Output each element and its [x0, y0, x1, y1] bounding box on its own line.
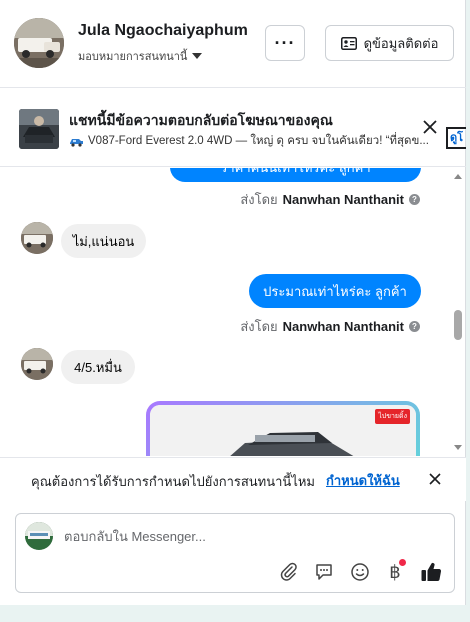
paperclip-icon[interactable] — [277, 560, 301, 584]
ad-banner-subtitle-text: V087-Ford Everest 2.0 4WD — ใหญ่ ดุ ครบ … — [88, 135, 429, 147]
thumbs-up-icon[interactable] — [419, 560, 443, 584]
scroll-up-arrow-icon[interactable] — [454, 174, 462, 179]
reply-input[interactable] — [64, 526, 434, 546]
sent-by-line: ส่งโดย Nanwhan Nanthanit ? — [240, 189, 420, 210]
incoming-message[interactable]: 4/5.หมื่น — [61, 350, 135, 384]
contact-name[interactable]: Jula Ngaochaiyaphum — [78, 22, 248, 40]
outgoing-message[interactable]: ประมาณเท่าไหร่คะ ลูกค้า — [249, 274, 421, 308]
sent-by-name: Nanwhan Nanthanit — [282, 192, 404, 207]
message-list: ราคาคันนี้เท่าไหร่คะ ลูกค้า ส่งโดย Nanwh… — [0, 168, 466, 456]
ad-banner-subtitle[interactable]: V087-Ford Everest 2.0 4WD — ใหญ่ ดุ ครบ … — [69, 132, 443, 150]
contact-avatar-small[interactable] — [21, 348, 53, 380]
contact-avatar[interactable] — [14, 18, 64, 68]
info-icon[interactable]: ? — [409, 321, 420, 332]
view-ad-link[interactable]: ดูโ — [446, 127, 466, 149]
more-options-button[interactable]: ··· — [265, 25, 305, 61]
ad-reply-banner: แชทนี้มีข้อความตอบกลับต่อโฆษณาของคุณ V08… — [0, 89, 466, 167]
conversation-header: Jula Ngaochaiyaphum มอบหมายการสนทนานี้ ·… — [0, 0, 466, 88]
close-icon[interactable] — [427, 471, 443, 487]
caret-down-icon — [192, 53, 203, 59]
assign-to-me-link[interactable]: กำหนดให้ฉัน — [326, 470, 400, 491]
assign-label: มอบหมายการสนทนานี้ — [78, 51, 188, 63]
car-photo: ไปขายดิ้ง — [150, 405, 416, 456]
scroll-down-arrow-icon[interactable] — [454, 445, 462, 450]
assign-prompt-question: คุณต้องการได้รับการกำหนดไปยังการสนทนานี้… — [31, 474, 315, 489]
speech-bubble-icon[interactable] — [312, 560, 336, 584]
view-contact-info-label: ดูข้อมูลติดต่อ — [363, 35, 439, 51]
ad-banner-title: แชทนี้มีข้อความตอบกลับต่อโฆษณาของคุณ — [69, 112, 333, 128]
assign-conversation-dropdown[interactable]: มอบหมายการสนทนานี้ — [78, 47, 203, 65]
image-badge: ไปขายดิ้ง — [375, 409, 410, 424]
incoming-message[interactable]: ไม่,แน่นอน — [61, 224, 146, 258]
info-icon[interactable]: ? — [409, 194, 420, 205]
contact-card-icon — [340, 36, 357, 50]
close-icon[interactable] — [420, 117, 440, 137]
page-avatar — [25, 522, 53, 550]
scrollbar-thumb[interactable] — [454, 310, 462, 340]
car-icon — [70, 138, 83, 147]
conversation-panel: Jula Ngaochaiyaphum มอบหมายการสนทนานี้ ·… — [0, 0, 466, 605]
smiley-icon[interactable] — [348, 560, 372, 584]
view-contact-info-button[interactable]: ดูข้อมูลติดต่อ — [325, 25, 454, 61]
notification-dot — [399, 559, 406, 566]
image-attachment[interactable]: ไปขายดิ้ง — [146, 401, 420, 456]
reply-composer: ฿ — [15, 513, 455, 593]
ad-thumbnail[interactable] — [19, 109, 59, 149]
assign-prompt-bar: คุณต้องการได้รับการกำหนดไปยังการสนทนานี้… — [0, 457, 466, 501]
sent-by-name: Nanwhan Nanthanit — [282, 319, 404, 334]
contact-avatar-small[interactable] — [21, 222, 53, 254]
sent-by-prefix: ส่งโดย — [240, 192, 278, 207]
baht-icon[interactable]: ฿ — [383, 559, 407, 584]
outgoing-message[interactable]: ราคาคันนี้เท่าไหร่คะ ลูกค้า — [170, 168, 421, 182]
sent-by-line: ส่งโดย Nanwhan Nanthanit ? — [240, 316, 420, 337]
sent-by-prefix: ส่งโดย — [240, 319, 278, 334]
